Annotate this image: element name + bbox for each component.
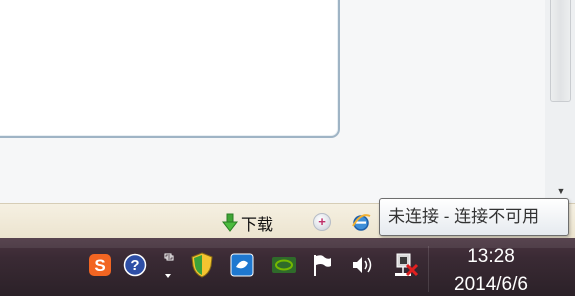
download-arrow-icon <box>222 213 238 232</box>
security-shield-icon[interactable] <box>189 252 215 278</box>
scrollbar-thumb[interactable] <box>550 0 571 102</box>
svg-text:?: ? <box>130 257 139 274</box>
help-icon[interactable]: ? <box>122 252 148 278</box>
action-center-flag-icon[interactable] <box>309 252 335 278</box>
app-icon[interactable] <box>229 252 255 278</box>
clock-date: 2014/6/6 <box>454 274 528 295</box>
sogou-input-icon[interactable]: S <box>87 252 113 278</box>
svg-text:S: S <box>94 256 105 275</box>
taskbar-clock[interactable]: 13:28 2014/6/6 <box>432 242 575 296</box>
ie-icon[interactable] <box>350 211 372 233</box>
nvidia-icon[interactable] <box>271 252 297 278</box>
network-status-tooltip: 未连接 - 连接不可用 <box>379 198 569 236</box>
network-disconnected-icon[interactable] <box>393 252 419 278</box>
ime-mode-icon[interactable] <box>160 252 176 282</box>
clock-time: 13:28 <box>467 246 515 267</box>
scroll-down-arrow-icon[interactable]: ▼ <box>554 186 568 196</box>
volume-icon[interactable] <box>350 252 376 278</box>
add-button[interactable]: + <box>313 213 331 231</box>
content-panel <box>0 0 340 138</box>
download-button[interactable]: 下载 <box>222 212 273 234</box>
download-label: 下载 <box>241 217 274 234</box>
tray-divider <box>428 246 429 292</box>
